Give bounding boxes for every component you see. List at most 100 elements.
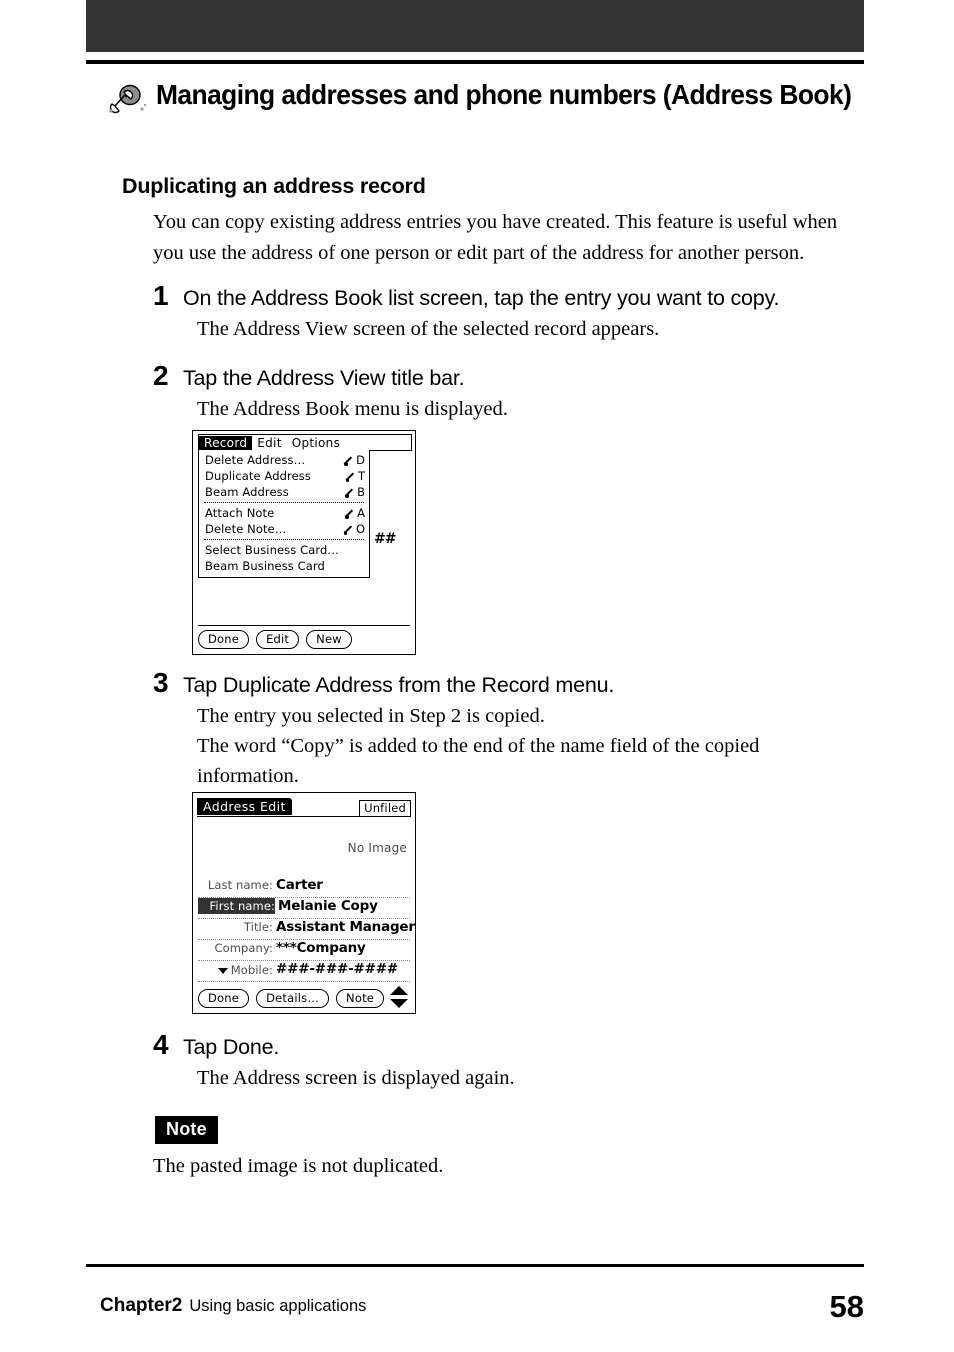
menu-item-label: Delete Note… (205, 522, 287, 536)
menu-item-attach-note[interactable]: Attach Note A (199, 505, 369, 521)
address-edit-screenshot: Address Edit Unfiled No Image Last name:… (192, 792, 416, 1014)
field-value[interactable]: Carter (276, 877, 323, 893)
field-row-title: Title: Assistant Manager (198, 919, 415, 940)
step-4-number: 4 (153, 1029, 169, 1060)
new-button[interactable]: New (306, 629, 352, 649)
menu-item-shortcut: B (345, 484, 365, 500)
step-2-title: Tap the Address View title bar. (183, 366, 465, 390)
done-button[interactable]: Done (198, 988, 250, 1008)
shortcut-letter: O (355, 522, 365, 536)
menu-record[interactable]: Record (199, 435, 253, 450)
step-4-body: The Address screen is displayed again. (197, 1067, 515, 1090)
page-top-band (86, 0, 864, 52)
list-bottom-divider (198, 625, 410, 626)
field-label: Title: (243, 920, 273, 934)
address-edit-title[interactable]: Address Edit (197, 798, 292, 815)
field-row-company: Company: ***Company (198, 940, 410, 961)
section-intro-paragraph: You can copy existing address entries yo… (153, 211, 838, 264)
menu-item-beam-business-card[interactable]: Beam Business Card (199, 558, 369, 574)
underlying-list-partial-phone: ## (374, 531, 396, 547)
graffiti-stroke-icon (344, 455, 355, 466)
menu-item-delete-note[interactable]: Delete Note… O (199, 521, 369, 537)
footer-chapter: Chapter2 (100, 1295, 183, 1316)
section-heading: Duplicating an address record (122, 174, 426, 198)
chapter-header: Managing addresses and phone numbers (Ad… (108, 72, 868, 118)
field-label: Company: (214, 941, 273, 955)
menu-item-shortcut: A (345, 505, 365, 521)
pda-button-bar: Done Edit New (198, 629, 410, 649)
page-title: Managing addresses and phone numbers (Ad… (156, 79, 852, 110)
graffiti-stroke-icon (343, 524, 355, 535)
graffiti-stroke-icon (345, 508, 356, 519)
menu-item-label: Attach Note (205, 506, 275, 520)
menu-item-label: Beam Address (205, 485, 289, 499)
step-1: 1 On the Address Book list screen, tap t… (153, 282, 863, 344)
done-button[interactable]: Done (198, 629, 250, 649)
step-4-title: Tap Done. (183, 1035, 280, 1059)
step-1-title: On the Address Book list screen, tap the… (183, 286, 780, 310)
step-2-number: 2 (153, 360, 169, 391)
note-text: The pasted image is not duplicated. (153, 1155, 444, 1177)
category-selector[interactable]: Unfiled (359, 799, 411, 816)
step-3-body-line-2: The word “Copy” is added to the end of t… (197, 735, 760, 788)
menu-item-label: Select Business Card… (205, 543, 340, 557)
scroll-down-arrow-icon[interactable] (390, 999, 408, 1008)
record-menu-dropdown: Delete Address… D Duplicate Address T Be… (198, 450, 370, 578)
step-2-body: The Address Book menu is displayed. (197, 398, 508, 421)
field-label-selected: First name: (198, 898, 275, 914)
step-1-number: 1 (153, 280, 169, 311)
menu-separator (204, 539, 364, 540)
note-badge: Note (155, 1116, 218, 1144)
pda-menubar: Record Edit Options (198, 434, 412, 451)
scroll-up-arrow-icon[interactable] (390, 986, 408, 995)
menu-item-label: Beam Business Card (205, 559, 325, 573)
address-edit-fields: Last name: Carter First name: Melanie Co… (198, 877, 415, 982)
step-3: 3 Tap Duplicate Address from the Record … (153, 669, 863, 791)
details-button[interactable]: Details… (256, 988, 330, 1008)
menu-edit[interactable]: Edit (252, 436, 286, 450)
field-label: Last name: (207, 878, 273, 892)
page-footer: Chapter2 Using basic applications 58 (100, 1283, 864, 1324)
shortcut-letter: T (357, 469, 365, 483)
shortcut-letter: B (357, 485, 365, 499)
step-3-number: 3 (153, 667, 169, 698)
step-1-body: The Address View screen of the selected … (197, 318, 660, 341)
menu-separator (204, 502, 364, 503)
no-image-placeholder: No Image (347, 841, 407, 855)
shortcut-letter: A (357, 506, 365, 520)
footer-subtitle: Using basic applications (189, 1297, 367, 1315)
menu-item-shortcut: D (344, 452, 365, 468)
field-label-with-picker[interactable]: Mobile: (198, 963, 273, 977)
phone-handset-icon (108, 80, 148, 114)
field-row-first-name: First name: Melanie Copy (198, 898, 410, 919)
graffiti-stroke-icon (345, 487, 356, 498)
menu-item-shortcut: T (345, 468, 365, 484)
menu-item-select-business-card[interactable]: Select Business Card… (199, 542, 369, 558)
step-4: 4 Tap Done. The Address screen is displa… (153, 1031, 863, 1093)
edit-button[interactable]: Edit (256, 629, 300, 649)
step-3-body-line-1: The entry you selected in Step 2 is copi… (197, 705, 545, 728)
field-value[interactable]: ***Company (276, 940, 366, 956)
menu-options[interactable]: Options (287, 436, 345, 450)
graffiti-stroke-icon (345, 471, 357, 482)
menu-item-beam-address[interactable]: Beam Address B (199, 484, 369, 500)
page-top-rule (86, 60, 864, 64)
menu-item-delete-address[interactable]: Delete Address… D (199, 452, 369, 468)
scroll-arrows[interactable] (390, 986, 408, 1008)
step-3-title: Tap Duplicate Address from the Record me… (183, 673, 615, 697)
menu-item-duplicate-address[interactable]: Duplicate Address T (199, 468, 369, 484)
field-label: Mobile: (230, 963, 273, 977)
shortcut-letter: D (356, 453, 365, 467)
address-edit-button-bar: Done Details… Note (198, 988, 410, 1008)
chevron-down-icon[interactable] (217, 968, 228, 974)
field-row-last-name: Last name: Carter (198, 877, 410, 898)
footer-rule (86, 1264, 864, 1267)
field-row-mobile: Mobile: ###-###-#### (198, 961, 410, 982)
field-value[interactable]: Melanie Copy (278, 898, 378, 914)
field-value[interactable]: ###-###-#### (276, 961, 398, 977)
field-value[interactable]: Assistant Manager (276, 919, 415, 935)
menu-item-label: Duplicate Address (205, 469, 311, 483)
page-number: 58 (829, 1289, 864, 1324)
note-button[interactable]: Note (336, 988, 385, 1008)
address-edit-titlebar: Address Edit Unfiled (197, 797, 411, 817)
